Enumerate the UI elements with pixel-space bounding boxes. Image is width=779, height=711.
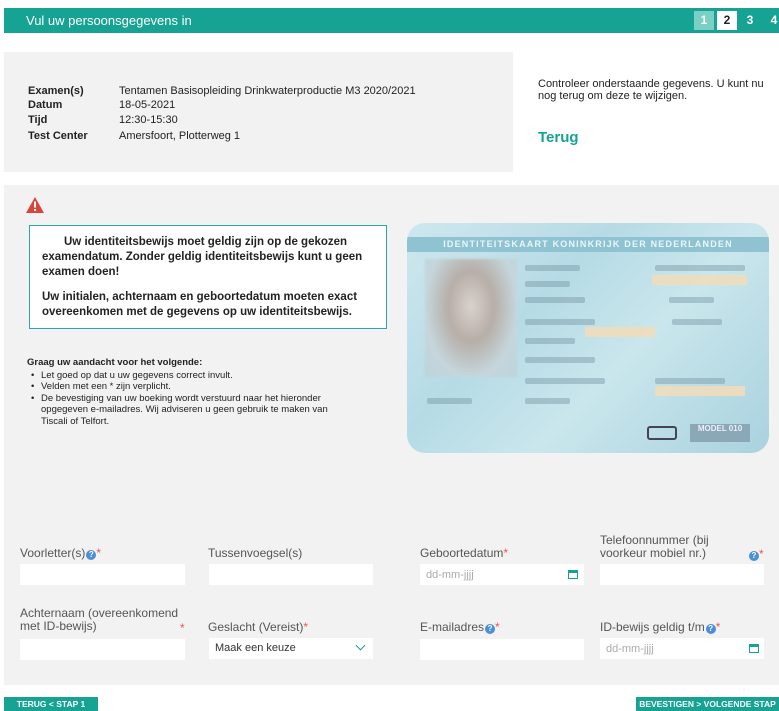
page-title: Vul uw persoonsgegevens in — [26, 13, 192, 28]
check-instruction: Controleer onderstaande gegevens. U kunt… — [538, 78, 764, 102]
geslacht-label: Geslacht (Vereist)* — [208, 620, 309, 634]
attention-item: De bevestiging van uw boeking wordt vers… — [27, 393, 347, 428]
attention-item: Let goed op dat u uw gegevens correct in… — [27, 370, 347, 382]
id-card-model: MODEL 010 — [690, 424, 750, 442]
id-card-chip-icon — [647, 426, 677, 440]
warning-paragraph-validity: Uw identiteitsbewijs moet geldig zijn op… — [42, 236, 363, 278]
geboortedatum-label: Geboortedatum* — [420, 546, 509, 560]
warning-paragraph-match: Uw initialen, achternaam en geboortedatu… — [42, 291, 358, 318]
voorletters-input[interactable] — [20, 564, 185, 585]
back-step-button[interactable]: TERUG < STAP 1 — [4, 697, 98, 711]
help-icon[interactable]: ? — [86, 550, 97, 560]
id-geldig-label: ID-bewijs geldig t/m? * — [600, 620, 721, 634]
telefoon-input[interactable] — [600, 564, 764, 585]
id-card-photo — [425, 259, 517, 377]
step-4-indicator: 4 — [770, 13, 778, 27]
id-warning-box: Uw identiteitsbewijs moet geldig zijn op… — [29, 225, 387, 329]
summary-check-panel: Controleer onderstaande gegevens. U kunt… — [513, 52, 779, 172]
chevron-down-icon — [355, 640, 366, 651]
warning-icon — [26, 197, 44, 213]
id-card-header: IDENTITEITSKAART KONINKRIJK DER NEDERLAN… — [407, 237, 769, 252]
achternaam-input[interactable] — [20, 639, 185, 660]
help-icon[interactable]: ? — [749, 551, 759, 561]
attention-title: Graag uw aandacht voor het volgende: — [27, 357, 203, 368]
id-geldig-input[interactable] — [600, 638, 764, 659]
personal-details-panel: Uw identiteitsbewijs moet geldig zijn op… — [4, 185, 779, 685]
step-2-indicator: 2 — [717, 11, 737, 30]
voorletters-label: Voorletter(s)? * — [20, 546, 102, 560]
calendar-icon[interactable] — [749, 644, 759, 653]
calendar-icon[interactable] — [568, 570, 578, 579]
tussenvoegsel-label: Tussenvoegsel(s) — [208, 546, 303, 560]
tussenvoegsel-input[interactable] — [209, 564, 373, 585]
geboortedatum-input[interactable] — [420, 564, 584, 585]
geslacht-select[interactable]: Maak een keuze — [209, 638, 373, 659]
attention-notes: Graag uw aandacht voor het volgende: Let… — [27, 357, 347, 427]
email-input[interactable] — [420, 639, 584, 660]
confirm-next-step-button[interactable]: BEVESTIGEN > VOLGENDE STAP — [636, 697, 779, 711]
email-label: E-mailadres? * — [420, 620, 500, 634]
achternaam-label: Achternaam (overeenkomend met ID-bewijs) — [20, 606, 179, 633]
step-3-indicator: 3 — [746, 13, 754, 27]
help-icon[interactable]: ? — [485, 624, 496, 634]
back-link[interactable]: Terug — [538, 129, 579, 146]
telefoon-label: Telefoonnummer (bij voorkeur mobiel nr.) — [600, 533, 709, 560]
id-card-image: IDENTITEITSKAART KONINKRIJK DER NEDERLAN… — [407, 223, 769, 453]
booking-summary: Examen(s) Tentamen Basisopleiding Drinkw… — [4, 52, 513, 172]
step-header: Vul uw persoonsgegevens in 1 2 3 4 — [4, 8, 779, 33]
step-1-indicator: 1 — [694, 11, 714, 30]
help-icon[interactable]: ? — [705, 624, 716, 634]
attention-item: Velden met een * zijn verplicht. — [27, 381, 347, 393]
